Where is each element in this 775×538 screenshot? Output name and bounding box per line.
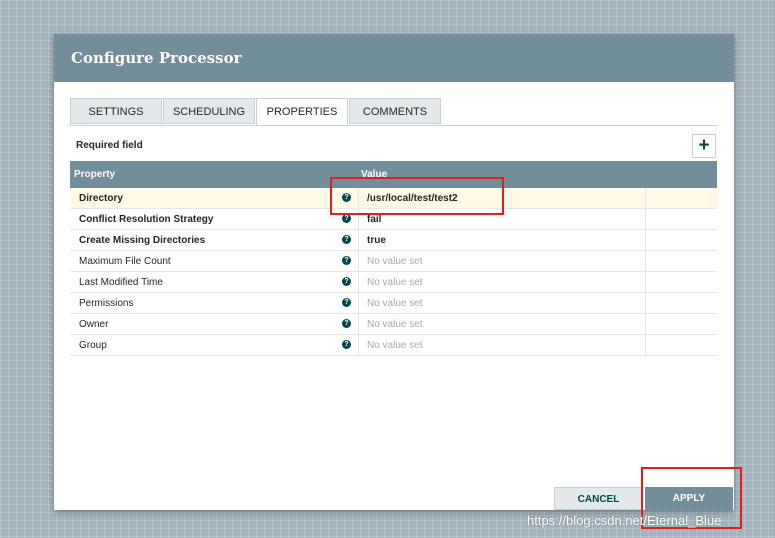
table-row[interactable]: Create Missing Directories? true	[70, 230, 717, 251]
tab-comments[interactable]: COMMENTS	[349, 98, 441, 124]
property-value[interactable]: fail	[367, 214, 381, 225]
tab-scheduling[interactable]: SCHEDULING	[163, 98, 255, 124]
column-divider	[358, 251, 359, 271]
help-icon[interactable]: ?	[342, 319, 351, 328]
column-divider	[358, 293, 359, 313]
property-name: Conflict Resolution Strategy	[79, 214, 214, 225]
required-field-label: Required field	[76, 140, 143, 151]
property-name: Owner	[79, 319, 109, 330]
help-icon[interactable]: ?	[342, 298, 351, 307]
column-divider	[645, 188, 646, 208]
table-row[interactable]: Group? No value set	[70, 335, 717, 356]
property-value[interactable]: true	[367, 235, 386, 246]
help-icon[interactable]: ?	[342, 235, 351, 244]
property-value[interactable]: No value set	[367, 319, 423, 330]
table-row[interactable]: Permissions? No value set	[70, 293, 717, 314]
column-header-property: Property	[74, 169, 116, 180]
annotation-box-directory-value	[330, 177, 504, 215]
column-divider	[645, 230, 646, 250]
help-icon[interactable]: ?	[342, 277, 351, 286]
property-name: Create Missing Directories	[79, 235, 206, 246]
table-row[interactable]: Maximum File Count? No value set	[70, 251, 717, 272]
column-divider	[645, 335, 646, 355]
column-divider	[645, 209, 646, 229]
tab-bar: SETTINGS SCHEDULING PROPERTIES COMMENTS	[70, 98, 442, 126]
table-row[interactable]: Owner? No value set	[70, 314, 717, 335]
configure-processor-dialog: Configure Processor SETTINGS SCHEDULING …	[54, 34, 734, 510]
property-value[interactable]: No value set	[367, 256, 423, 267]
property-name: Directory	[79, 193, 123, 204]
property-value[interactable]: No value set	[367, 298, 423, 309]
tab-settings[interactable]: SETTINGS	[70, 98, 162, 124]
table-row[interactable]: Last Modified Time? No value set	[70, 272, 717, 293]
property-name: Permissions	[79, 298, 134, 309]
column-divider	[358, 335, 359, 355]
watermark-text: https://blog.csdn.net/Eternal_Blue	[527, 513, 722, 528]
column-divider	[645, 293, 646, 313]
property-value[interactable]: No value set	[367, 340, 423, 351]
property-name: Maximum File Count	[79, 256, 171, 267]
column-divider	[358, 272, 359, 292]
property-name: Last Modified Time	[79, 277, 163, 288]
help-icon[interactable]: ?	[342, 214, 351, 223]
plus-icon: +	[698, 135, 710, 156]
help-icon[interactable]: ?	[342, 340, 351, 349]
column-divider	[358, 230, 359, 250]
property-value[interactable]: No value set	[367, 277, 423, 288]
column-divider	[358, 314, 359, 334]
tab-divider	[70, 125, 718, 126]
add-property-button[interactable]: +	[692, 134, 716, 158]
help-icon[interactable]: ?	[342, 256, 351, 265]
column-divider	[645, 314, 646, 334]
property-name: Group	[79, 340, 107, 351]
column-divider	[645, 272, 646, 292]
cancel-button[interactable]: CANCEL	[554, 487, 643, 510]
dialog-title: Configure Processor	[54, 34, 734, 82]
column-divider	[645, 251, 646, 271]
tab-properties[interactable]: PROPERTIES	[256, 98, 348, 126]
